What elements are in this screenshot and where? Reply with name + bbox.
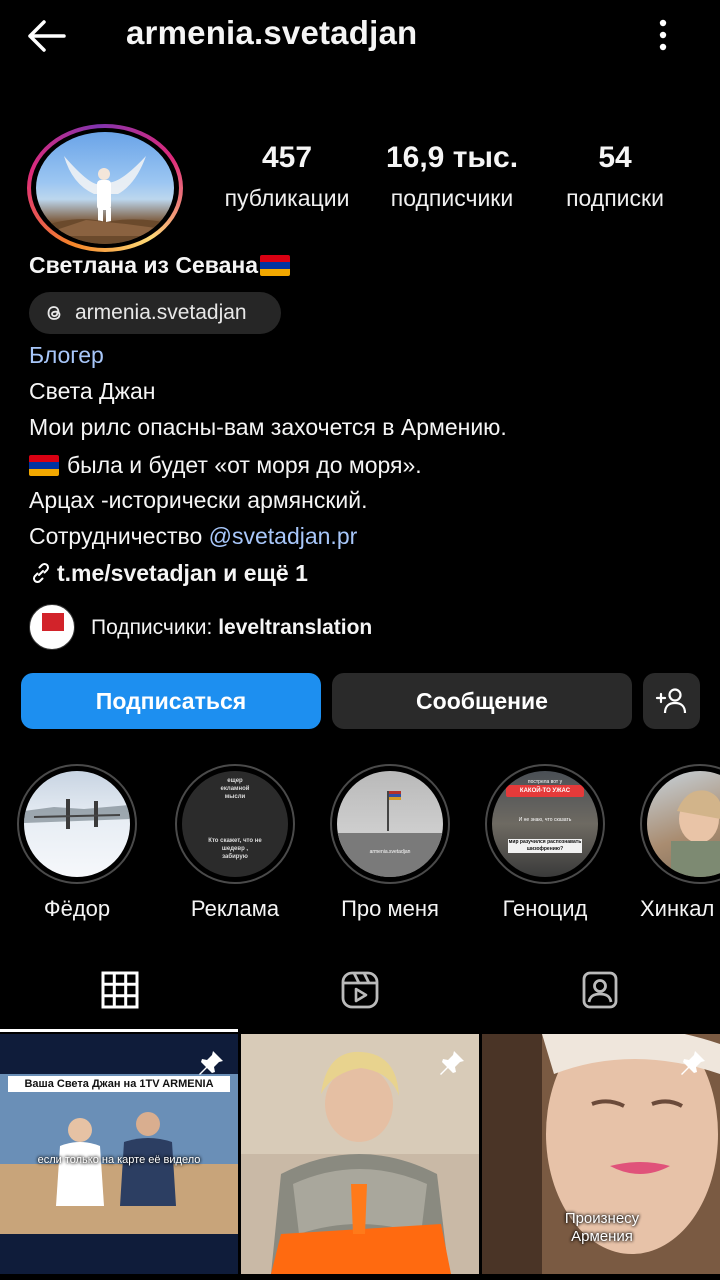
follow-button[interactable]: Подписаться	[21, 673, 321, 729]
highlight-pro-menya[interactable]: armenia.svetadjan Про меня	[330, 764, 450, 922]
highlight-label: Хинкал	[640, 896, 715, 921]
tab-tagged[interactable]	[480, 960, 720, 1032]
armenia-flag-icon	[260, 255, 291, 276]
tab-reels[interactable]	[240, 960, 480, 1032]
mutual-followers-prefix: Подписчики:	[91, 616, 219, 639]
posts-count: 457	[261, 141, 313, 174]
reels-icon	[341, 971, 379, 1009]
more-options-icon[interactable]	[648, 18, 678, 54]
back-arrow-icon[interactable]	[22, 14, 70, 58]
post-tile[interactable]: Произнесу Армения	[482, 1034, 720, 1274]
highlight-label: Про меня	[341, 896, 439, 921]
display-name-text: Светлана из Севана	[29, 252, 259, 278]
highlight-label: Фёдор	[43, 896, 111, 921]
posts-grid: Ваша Света Джан на 1TV ARMENIA если толь…	[0, 1034, 720, 1280]
tagged-person-icon	[582, 971, 618, 1009]
tab-posts-grid[interactable]	[0, 960, 240, 1032]
profile-category: Блогер	[29, 342, 104, 368]
threads-link-chip[interactable]: armenia.svetadjan	[29, 292, 281, 334]
mutual-followers-text: Подписчики: leveltranslation	[91, 616, 372, 640]
follower-avatar	[29, 604, 75, 650]
armenia-flag-icon	[29, 455, 59, 476]
highlight-label: Реклама	[190, 896, 280, 921]
pinned-icon	[681, 1051, 705, 1075]
mutual-follower-name: leveltranslation	[218, 616, 373, 639]
bio-line-3: была и будет «от моря до моря».	[29, 448, 422, 483]
bio-collab-text: Сотрудничество	[29, 523, 209, 549]
message-button[interactable]: Сообщение	[332, 673, 632, 729]
followers-count: 16,9 тыс.	[385, 141, 519, 174]
post-tile[interactable]: Ваша Света Джан на 1TV ARMENIA если толь…	[0, 1034, 238, 1274]
post-title: Ваша Света Джан на 1TV ARMENIA	[24, 1078, 214, 1090]
bio-line-4: Арцах -исторически армянский.	[29, 487, 368, 513]
following-label: подписки	[566, 185, 664, 211]
following-stat[interactable]: 54 подписки	[552, 138, 678, 218]
posts-stat[interactable]: 457 публикации	[212, 138, 362, 218]
top-bar: armenia.svetadjan	[0, 0, 720, 72]
profile-tabs	[0, 960, 720, 1032]
external-link-text: t.me/svetadjan и ещё 1	[57, 560, 308, 586]
post-tile[interactable]	[241, 1034, 479, 1274]
pinned-icon	[440, 1051, 464, 1075]
highlight-label: Геноцид	[502, 896, 588, 921]
highlight-genocid[interactable]: пострела вот у КАКОЙ-ТО УЖАС И не знаю, …	[485, 764, 605, 922]
profile-username-title: armenia.svetadjan	[126, 14, 418, 51]
highlight-reklama[interactable]: ещер екламной мысли Кто скажет, что не ш…	[175, 764, 295, 922]
suggested-users-button[interactable]	[643, 673, 700, 729]
followers-label: подписчики	[390, 185, 514, 211]
add-person-icon	[655, 688, 686, 714]
display-name: Светлана из Севана	[29, 252, 291, 279]
bio-line-1: Света Джан	[29, 378, 156, 404]
posts-label: публикации	[224, 185, 350, 211]
following-count: 54	[598, 141, 632, 174]
highlight-fedor[interactable]: Фёдор	[17, 764, 137, 922]
profile-avatar[interactable]	[27, 124, 183, 252]
grid-icon	[101, 971, 139, 1009]
link-icon	[32, 562, 50, 584]
bio-line-3-text: была и будет «от моря до моря».	[67, 452, 422, 478]
post-caption: Произнесу Армения	[564, 1210, 640, 1245]
highlight-hinkal[interactable]: Хинкал	[640, 764, 720, 922]
bio-mention-link[interactable]: @svetadjan.pr	[209, 523, 358, 549]
external-link[interactable]: t.me/svetadjan и ещё 1	[29, 556, 308, 591]
bio-line-2: Мои рилс опасны-вам захочется в Армению.	[29, 414, 507, 440]
bio-line-5: Сотрудничество @svetadjan.pr	[29, 519, 357, 554]
threads-icon	[47, 306, 61, 320]
pinned-icon	[199, 1051, 223, 1075]
post-caption: если только на карте её видело	[37, 1154, 201, 1166]
followers-stat[interactable]: 16,9 тыс. подписчики	[374, 138, 530, 218]
threads-handle: armenia.svetadjan	[75, 301, 247, 324]
